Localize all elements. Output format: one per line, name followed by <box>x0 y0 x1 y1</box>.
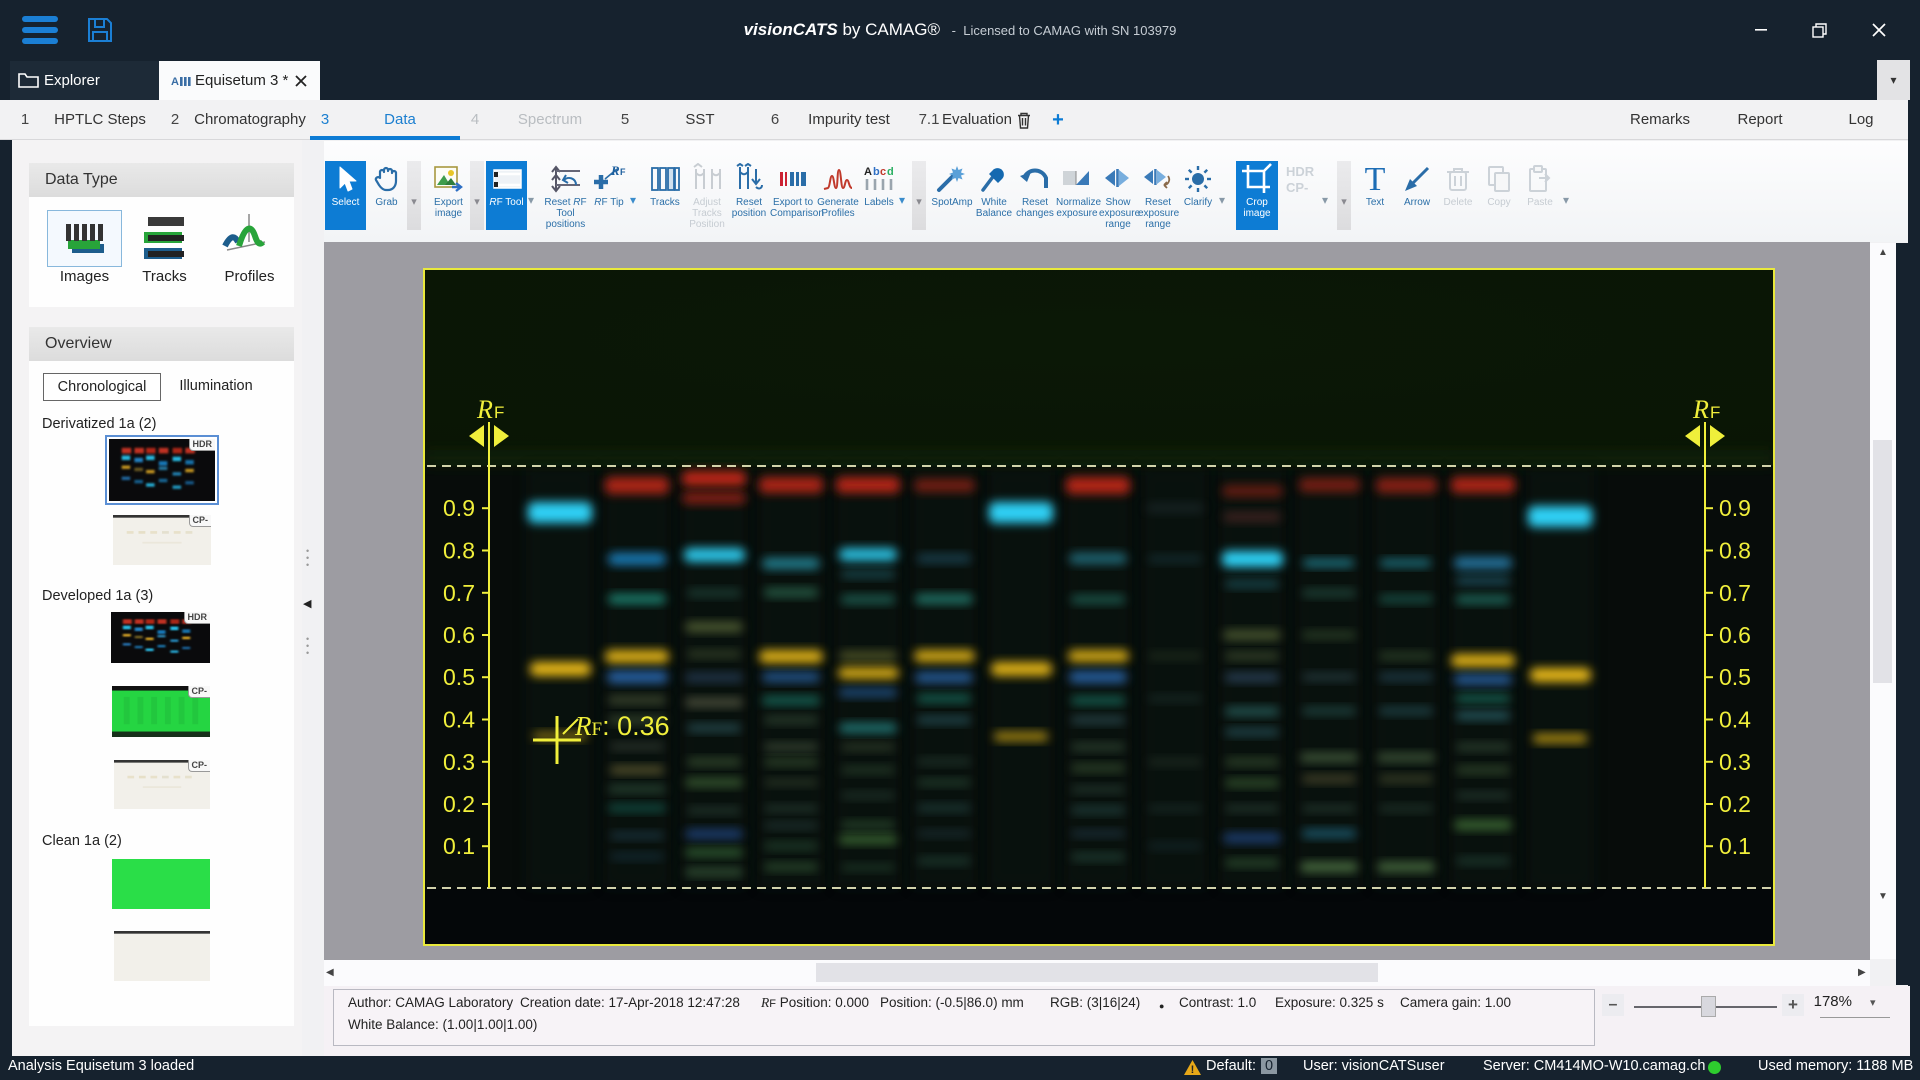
svg-text:b: b <box>873 166 880 178</box>
svg-text:0.4: 0.4 <box>1719 707 1751 733</box>
svg-text:A: A <box>171 76 179 87</box>
svg-text:0.8: 0.8 <box>443 538 475 564</box>
svg-text:0.2: 0.2 <box>443 791 475 817</box>
svg-text:F: F <box>494 403 504 422</box>
svg-text:0.2: 0.2 <box>1719 791 1751 817</box>
svg-text:0.4: 0.4 <box>443 707 475 733</box>
svg-text:R: R <box>476 395 493 424</box>
svg-text:HDR: HDR <box>1286 164 1315 179</box>
svg-text:0.6: 0.6 <box>443 622 475 648</box>
svg-text:d: d <box>887 166 894 178</box>
svg-text:R: R <box>610 163 620 178</box>
svg-text:c: c <box>880 166 886 178</box>
svg-text:0.6: 0.6 <box>1719 622 1751 648</box>
svg-text:T: T <box>1365 163 1386 195</box>
svg-text:0.5: 0.5 <box>443 664 475 690</box>
svg-text:A: A <box>864 166 872 178</box>
svg-text:0.9: 0.9 <box>443 495 475 521</box>
svg-text:0.9: 0.9 <box>1719 495 1751 521</box>
svg-text:CP-: CP- <box>1286 180 1308 195</box>
svg-text:0.1: 0.1 <box>443 833 475 859</box>
svg-text:0.5: 0.5 <box>1719 664 1751 690</box>
svg-text:0.3: 0.3 <box>443 749 475 775</box>
svg-text:0.8: 0.8 <box>1719 538 1751 564</box>
svg-text:0.7: 0.7 <box>1719 580 1751 606</box>
svg-text:0.7: 0.7 <box>443 580 475 606</box>
svg-text:!: ! <box>1191 1064 1195 1075</box>
svg-text:RF: 0.36: RF: 0.36 <box>574 711 670 741</box>
svg-text:0.3: 0.3 <box>1719 749 1751 775</box>
svg-text:F: F <box>620 167 626 177</box>
svg-text:0.1: 0.1 <box>1719 833 1751 859</box>
svg-text:F: F <box>1710 403 1720 422</box>
svg-text:R: R <box>1692 395 1709 424</box>
